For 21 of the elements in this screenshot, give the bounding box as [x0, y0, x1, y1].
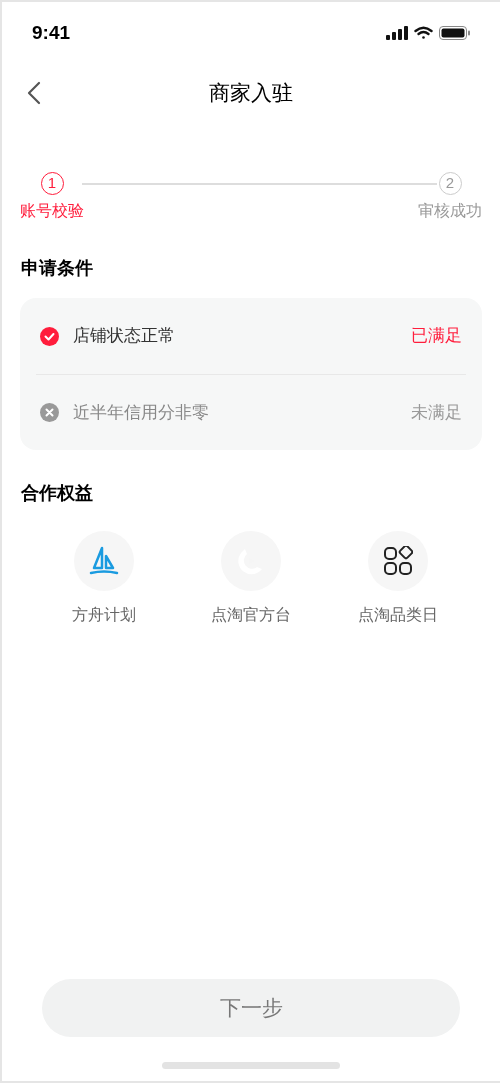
condition-status: 未满足	[411, 401, 463, 424]
page-title: 商家入驻	[209, 80, 293, 107]
benefit-label: 点淘品类日	[357, 605, 438, 625]
benefit-label: 点淘官方台	[211, 605, 291, 625]
step-number: 1	[40, 172, 64, 195]
condition-label: 店铺状态正常	[73, 325, 175, 348]
step-label: 账号校验	[20, 201, 84, 221]
status-time: 9:41	[32, 20, 71, 45]
battery-icon	[439, 26, 470, 40]
sailboat-icon	[89, 546, 120, 576]
step-label: 审核成功	[418, 201, 482, 221]
condition-label: 近半年信用分非零	[73, 401, 209, 424]
condition-status: 已满足	[411, 325, 463, 348]
apps-grid-icon	[382, 546, 413, 576]
signal-icon	[386, 26, 408, 40]
back-icon	[27, 81, 41, 105]
wifi-icon	[414, 26, 433, 40]
section-title: 合作权益	[21, 483, 93, 503]
step-number: 2	[438, 172, 462, 195]
benefit-label: 方舟计划	[72, 605, 137, 625]
section-title: 申请条件	[21, 258, 93, 278]
